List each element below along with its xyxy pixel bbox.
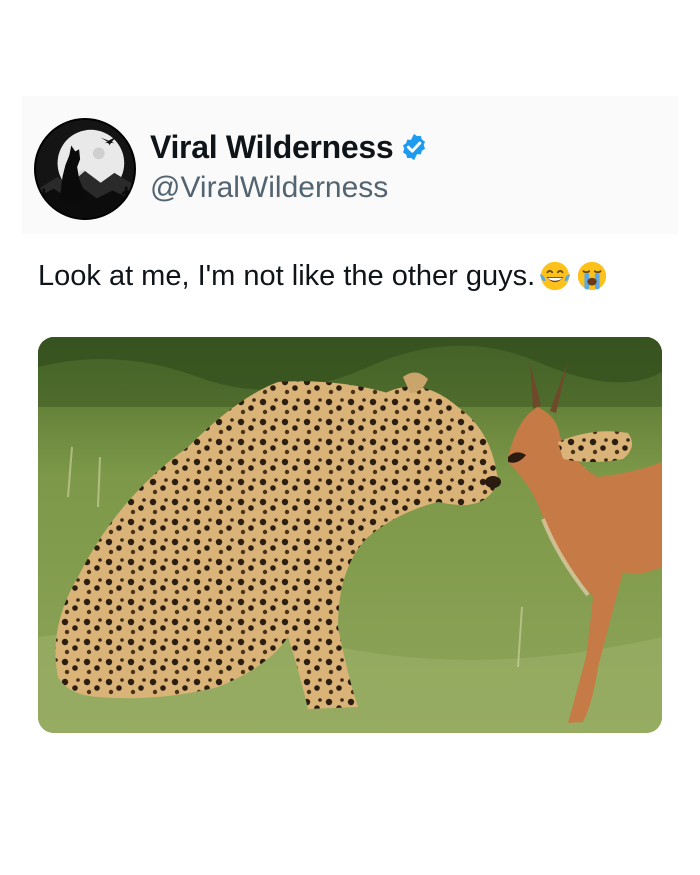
post-text-row: Look at me, I'm not like the other guys. — [38, 259, 609, 293]
display-name[interactable]: Viral Wilderness — [150, 129, 394, 166]
verified-check-icon — [403, 133, 426, 161]
avatar[interactable] — [34, 118, 136, 220]
handle[interactable]: @ViralWilderness — [150, 171, 388, 205]
loudly-crying-face-icon — [575, 259, 609, 293]
wolf-moon-logo-icon — [36, 120, 134, 218]
post-image[interactable] — [38, 337, 662, 733]
post-text: Look at me, I'm not like the other guys. — [38, 259, 536, 292]
display-name-row: Viral Wilderness — [150, 127, 429, 167]
face-with-tears-of-joy-icon — [538, 259, 572, 293]
leopard-and-impala-photo — [38, 337, 662, 733]
